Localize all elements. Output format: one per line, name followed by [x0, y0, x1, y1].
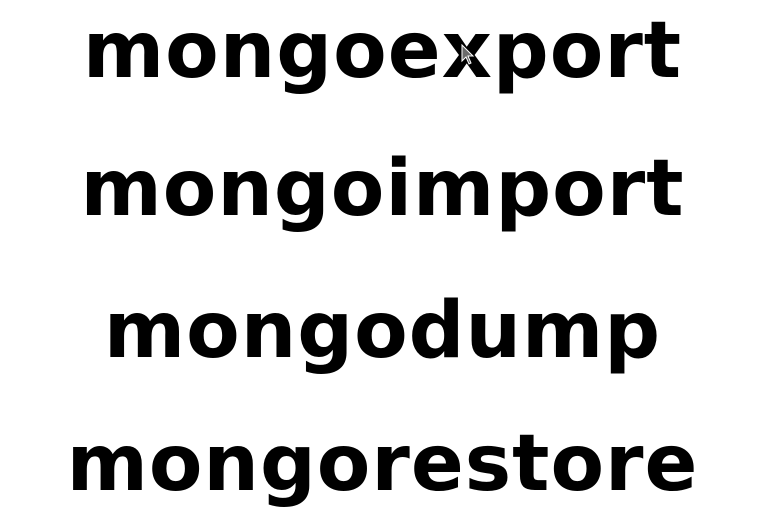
canvas: mongoexport mongoimport mongodump mongor… — [0, 0, 765, 527]
mouse-pointer-icon — [461, 44, 475, 65]
word-mongodump: mongodump — [103, 286, 662, 376]
word-mongorestore: mongorestore — [66, 419, 699, 509]
command-word-list: mongoexport mongoimport mongodump mongor… — [0, 0, 765, 527]
word-mongoexport: mongoexport — [82, 6, 683, 96]
word-mongoimport: mongoimport — [80, 144, 685, 234]
